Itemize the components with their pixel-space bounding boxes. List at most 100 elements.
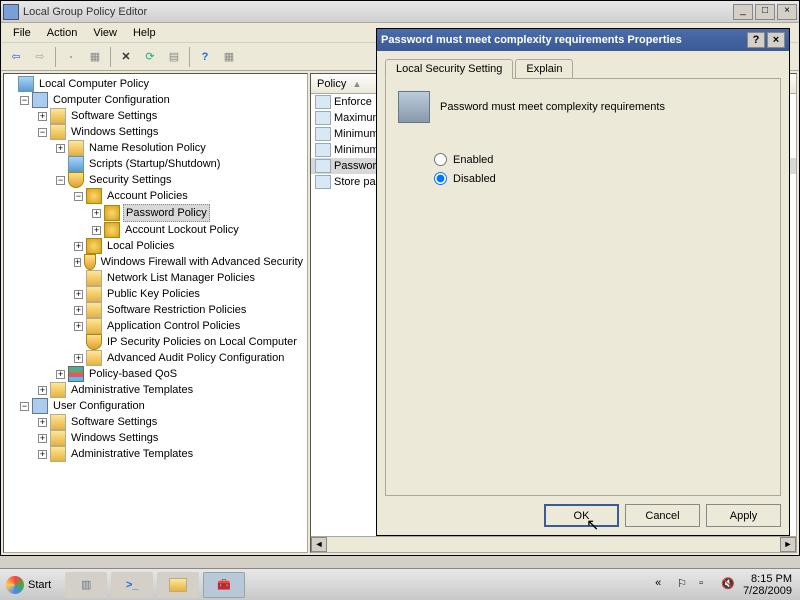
expander[interactable]: + [74, 306, 83, 315]
expander[interactable]: + [74, 242, 83, 251]
ok-button[interactable]: OK [544, 504, 619, 527]
tree-item[interactable]: Advanced Audit Policy Configuration [105, 350, 286, 366]
expander[interactable]: + [74, 354, 83, 363]
properties-button[interactable]: ▦ [84, 46, 106, 68]
window-title: Local Group Policy Editor [23, 6, 733, 18]
key-icon [104, 222, 120, 238]
forward-button[interactable]: ⇨ [29, 46, 51, 68]
tab-explain[interactable]: Explain [515, 59, 573, 79]
menu-help[interactable]: Help [125, 25, 164, 41]
expander[interactable]: − [20, 96, 29, 105]
tree-security[interactable]: Security Settings [87, 172, 174, 188]
expander[interactable]: + [74, 258, 81, 267]
tree-item[interactable]: Windows Settings [69, 124, 160, 140]
radio-enabled-label: Enabled [453, 154, 493, 166]
expander[interactable]: + [38, 418, 47, 427]
tree-computer-config[interactable]: Computer Configuration [51, 92, 172, 108]
tree-item[interactable]: Windows Firewall with Advanced Security [99, 254, 305, 270]
clock[interactable]: 8:15 PM 7/28/2009 [743, 573, 792, 597]
tray-flag-icon[interactable]: ⚐ [677, 577, 693, 593]
expander[interactable]: + [56, 370, 65, 379]
horizontal-scrollbar[interactable]: ◄ ► [311, 536, 796, 552]
server-icon: ▥ [81, 578, 91, 591]
tree-item[interactable]: Windows Settings [69, 430, 160, 446]
folder-icon [50, 108, 66, 124]
expander[interactable]: − [74, 192, 83, 201]
scroll-thumb[interactable] [327, 537, 780, 552]
tree-root[interactable]: Local Computer Policy [37, 76, 151, 92]
menu-view[interactable]: View [85, 25, 125, 41]
up-button[interactable] [60, 46, 82, 68]
start-button[interactable]: Start [2, 572, 61, 598]
delete-button[interactable]: ✕ [115, 46, 137, 68]
folder-icon [68, 140, 84, 156]
expander[interactable]: + [38, 112, 47, 121]
tree-panel[interactable]: Local Computer Policy − Computer Configur… [3, 73, 308, 553]
close-button[interactable]: × [777, 4, 797, 20]
policy-item-icon [315, 127, 331, 141]
dialog-titlebar[interactable]: Password must meet complexity requiremen… [377, 29, 789, 51]
menu-file[interactable]: File [5, 25, 39, 41]
task-server-manager[interactable]: ▥ [65, 572, 107, 598]
help-button[interactable]: ? [194, 46, 216, 68]
tree-item[interactable]: IP Security Policies on Local Computer [105, 334, 299, 350]
folder-icon [86, 302, 102, 318]
back-button[interactable]: ⇦ [5, 46, 27, 68]
tree-item[interactable]: Public Key Policies [105, 286, 202, 302]
tree-item[interactable]: Administrative Templates [69, 446, 195, 462]
expander[interactable]: + [92, 209, 101, 218]
task-powershell[interactable]: >_ [111, 572, 153, 598]
expander[interactable]: + [92, 226, 101, 235]
tree-item[interactable]: Network List Manager Policies [105, 270, 257, 286]
export-button[interactable]: ▤ [163, 46, 185, 68]
props-icon: ▦ [90, 50, 100, 63]
maximize-button[interactable]: □ [755, 4, 775, 20]
task-explorer[interactable] [157, 572, 199, 598]
minimize-button[interactable]: _ [733, 4, 753, 20]
toolbox-icon: 🧰 [217, 578, 231, 591]
policy-item-icon [315, 111, 331, 125]
scroll-right-button[interactable]: ► [780, 537, 796, 552]
help-icon: ? [202, 51, 209, 63]
folder-icon [50, 430, 66, 446]
tree-item[interactable]: Local Policies [105, 238, 176, 254]
tree-item[interactable]: Software Restriction Policies [105, 302, 248, 318]
scroll-left-button[interactable]: ◄ [311, 537, 327, 552]
tray-network-icon[interactable]: ▫ [699, 577, 715, 593]
tree-lockout-policy[interactable]: Account Lockout Policy [123, 222, 241, 238]
tree-item[interactable]: Scripts (Startup/Shutdown) [87, 156, 222, 172]
folder-icon [50, 414, 66, 430]
expander[interactable]: + [38, 386, 47, 395]
dialog-close-button[interactable]: × [767, 32, 785, 48]
cancel-button[interactable]: Cancel [625, 504, 700, 527]
expander[interactable]: + [38, 450, 47, 459]
tree-password-policy[interactable]: Password Policy [123, 204, 210, 222]
options-button[interactable]: ▦ [218, 46, 240, 68]
apply-button[interactable]: Apply [706, 504, 781, 527]
tree-item[interactable]: Application Control Policies [105, 318, 242, 334]
task-gpedit[interactable]: 🧰 [203, 572, 245, 598]
tree-user-config[interactable]: User Configuration [51, 398, 147, 414]
radio-disabled[interactable] [434, 172, 447, 185]
tab-local-security[interactable]: Local Security Setting [385, 59, 513, 79]
tree-item[interactable]: Name Resolution Policy [87, 140, 208, 156]
tree-account-policies[interactable]: Account Policies [105, 188, 190, 204]
radio-enabled[interactable] [434, 153, 447, 166]
tray-chevron-icon[interactable]: « [655, 577, 671, 593]
arrow-right-icon: ⇨ [35, 50, 44, 63]
tree-item[interactable]: Software Settings [69, 108, 159, 124]
tree-item[interactable]: Administrative Templates [69, 382, 195, 398]
expander[interactable]: − [38, 128, 47, 137]
expander[interactable]: + [56, 144, 65, 153]
tree-item[interactable]: Policy-based QoS [87, 366, 179, 382]
tray-volume-icon[interactable]: 🔇 [721, 577, 737, 593]
menu-action[interactable]: Action [39, 25, 86, 41]
expander[interactable]: + [74, 290, 83, 299]
tree-item[interactable]: Software Settings [69, 414, 159, 430]
expander[interactable]: − [20, 402, 29, 411]
expander[interactable]: + [38, 434, 47, 443]
dialog-help-button[interactable]: ? [747, 32, 765, 48]
expander[interactable]: + [74, 322, 83, 331]
refresh-button[interactable]: ⟳ [139, 46, 161, 68]
expander[interactable]: − [56, 176, 65, 185]
